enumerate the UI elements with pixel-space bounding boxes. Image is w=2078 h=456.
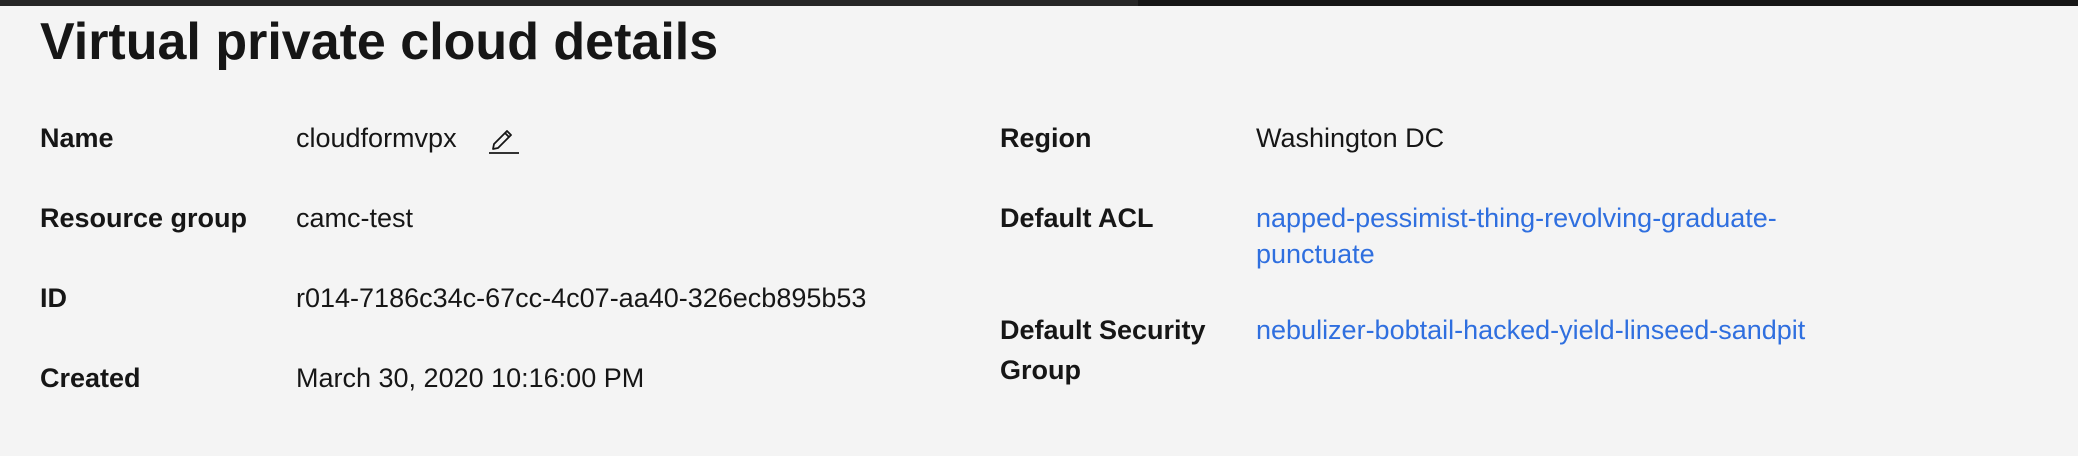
detail-row-default-acl: Default ACL napped-pessimist-thing-revol… [1000,200,2040,312]
detail-row-resource-group: Resource group camc-test [40,200,1000,280]
resource-group-value: camc-test [296,203,414,233]
default-acl-link[interactable]: napped-pessimist-thing-revolving-graduat… [1256,200,1866,272]
name-value-wrapper: cloudformvpx [296,120,521,156]
vpc-details-page: Virtual private cloud details Name cloud… [0,0,2078,456]
detail-row-id: ID r014-7186c34c-67cc-4c07-aa40-326ecb89… [40,280,1000,360]
edit-pencil-icon [488,130,519,154]
name-value: cloudformvpx [296,123,457,153]
default-security-group-link[interactable]: nebulizer-bobtail-hacked-yield-linseed-s… [1256,312,1805,348]
detail-row-created: Created March 30, 2020 10:16:00 PM [40,360,1000,440]
detail-row-name: Name cloudformvpx [40,120,1000,200]
created-label: Created [40,363,141,393]
region-label: Region [1000,123,1092,153]
default-security-group-label: Default Security Group [1000,315,1206,385]
region-value: Washington DC [1256,123,1445,153]
page-title: Virtual private cloud details [40,13,719,71]
detail-row-region: Region Washington DC [1000,120,2040,200]
detail-row-default-security-group: Default Security Group nebulizer-bobtail… [1000,312,2040,392]
details-right-column: Region Washington DC Default ACL napped-… [1000,120,2040,392]
default-acl-label: Default ACL [1000,203,1154,233]
name-label: Name [40,123,114,153]
details-left-column: Name cloudformvpx Resource group camc-te… [40,120,1000,440]
edit-name-button[interactable] [485,120,521,156]
id-label: ID [40,283,67,313]
id-value: r014-7186c34c-67cc-4c07-aa40-326ecb895b5… [296,283,867,313]
resource-group-label: Resource group [40,203,248,233]
created-value: March 30, 2020 10:16:00 PM [296,363,645,393]
